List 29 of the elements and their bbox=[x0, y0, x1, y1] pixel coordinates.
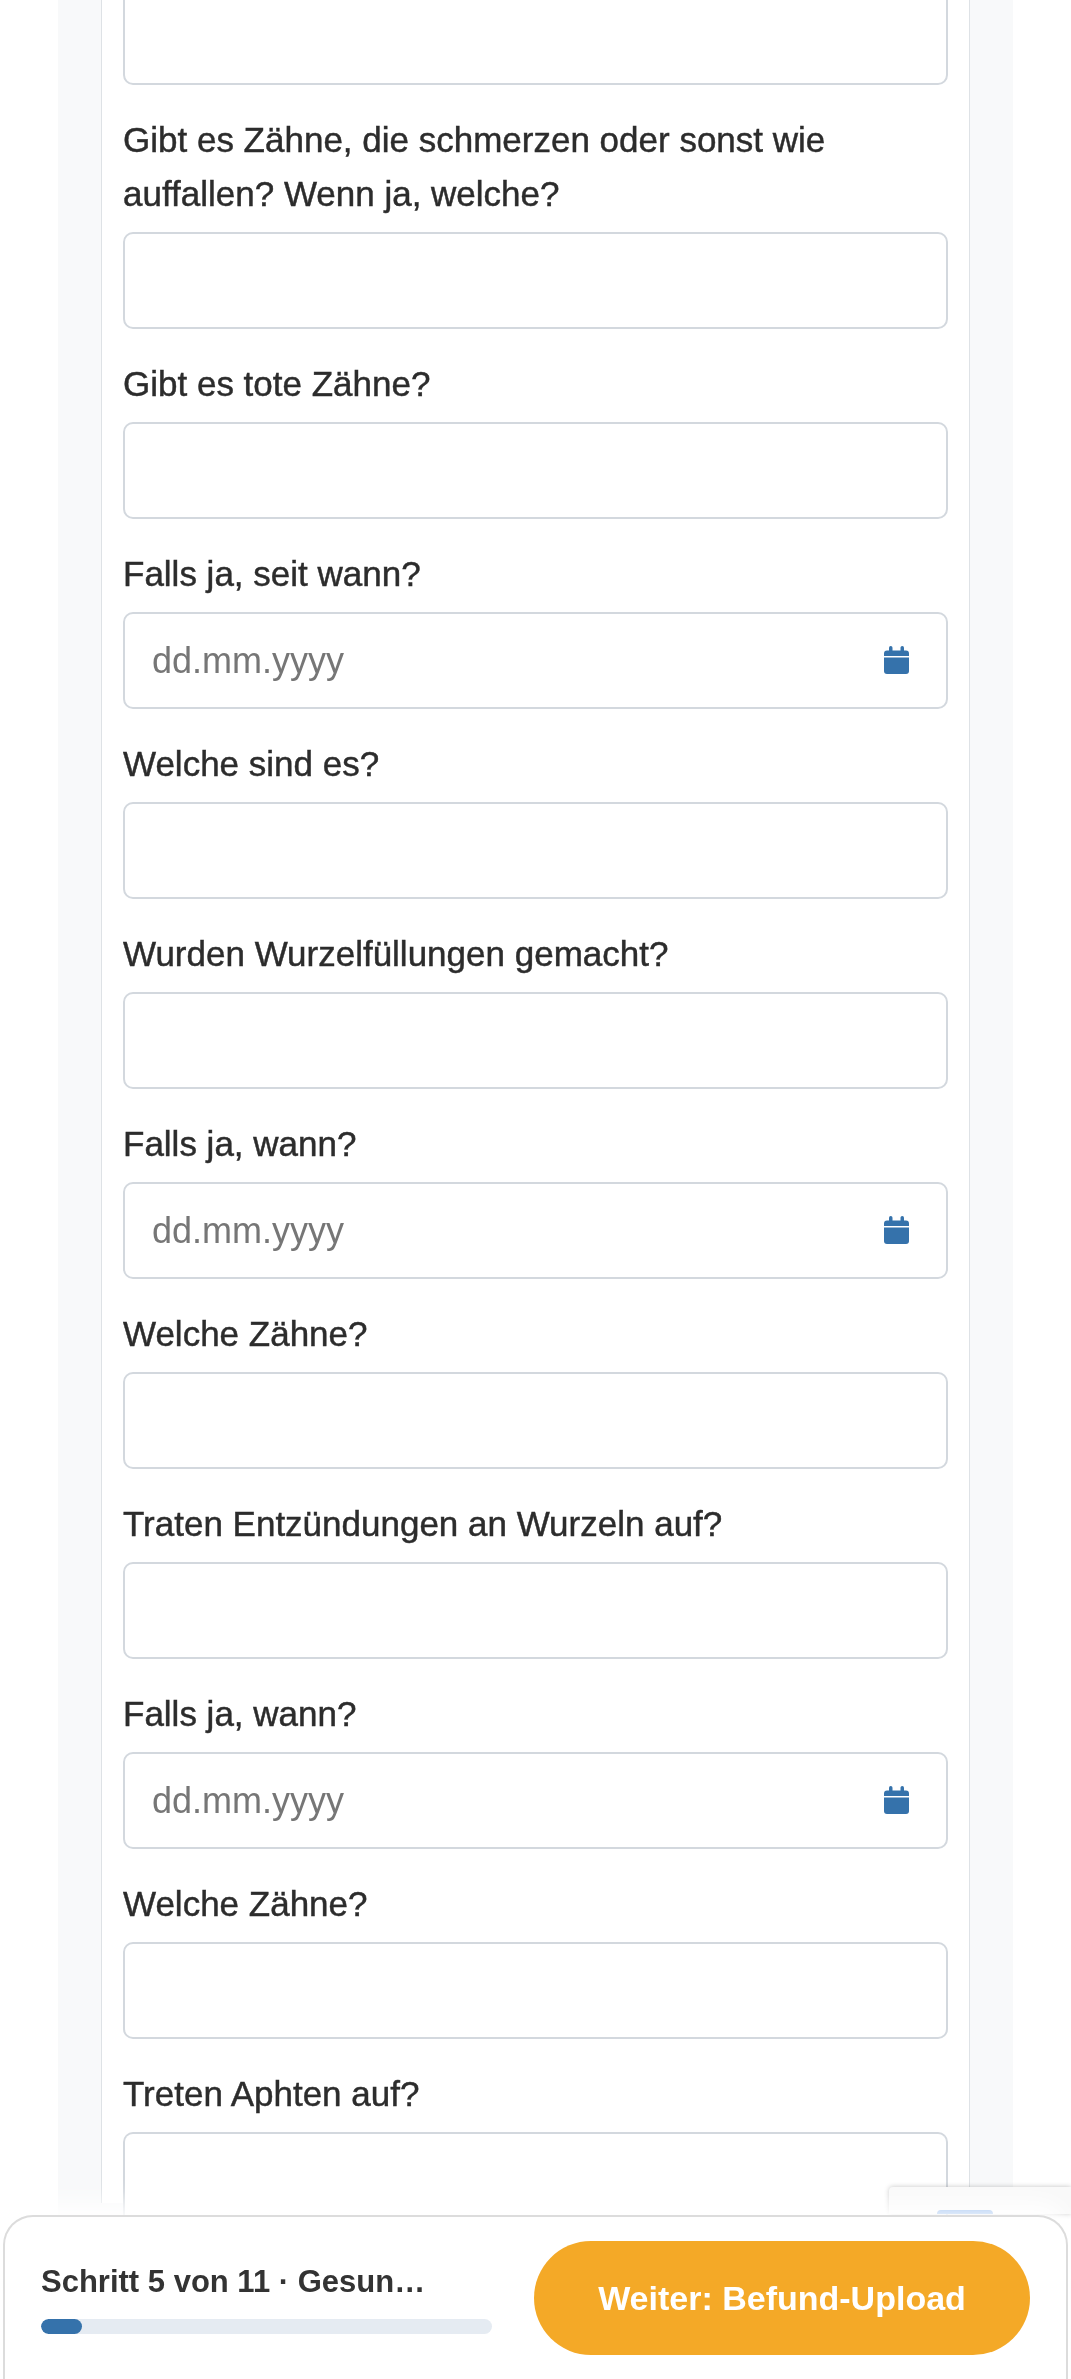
text-field[interactable] bbox=[123, 802, 948, 899]
text-field[interactable] bbox=[123, 1562, 948, 1659]
date-field[interactable]: dd.mm.yyyy bbox=[123, 1752, 948, 1849]
calendar-icon[interactable] bbox=[884, 1786, 909, 1814]
question-label: Welche sind es? bbox=[123, 743, 381, 785]
date-field[interactable]: dd.mm.yyyy bbox=[123, 612, 948, 709]
calendar-icon[interactable] bbox=[884, 646, 909, 674]
text-field[interactable] bbox=[123, 1942, 948, 2039]
date-field[interactable]: dd.mm.yyyy bbox=[123, 1182, 948, 1279]
question-label: Treten Aphten auf? bbox=[123, 2073, 421, 2115]
question-label: Wurden Wurzelfüllungen gemacht? bbox=[123, 933, 670, 975]
text-field[interactable] bbox=[123, 2132, 948, 2215]
step-indicator: Schritt 5 von 11 · Gesun… bbox=[41, 2263, 427, 2301]
question-label: Falls ja, wann? bbox=[123, 1693, 358, 1735]
question-label: Traten Entzündungen an Wurzeln auf? bbox=[123, 1503, 724, 1545]
logo-icon bbox=[937, 2210, 993, 2214]
text-field[interactable] bbox=[123, 422, 948, 519]
question-label: Gibt es tote Zähne? bbox=[123, 363, 432, 405]
text-field[interactable] bbox=[123, 1372, 948, 1469]
question-label: Falls ja, wann? bbox=[123, 1123, 358, 1165]
text-field[interactable] bbox=[123, 232, 948, 329]
question-label: Welche Zähne? bbox=[123, 1313, 369, 1355]
calendar-icon[interactable] bbox=[884, 1216, 909, 1244]
question-label: Gibt es Zähne, die schmerzen oder sonst wie auffallen? Wenn ja, welche? bbox=[123, 119, 827, 215]
text-field[interactable] bbox=[123, 992, 948, 1089]
question-label: Welche Zähne? bbox=[123, 1883, 369, 1925]
next-button[interactable]: Weiter: Befund-Upload bbox=[534, 2241, 1030, 2355]
question-label: Falls ja, seit wann? bbox=[123, 553, 422, 595]
text-field[interactable] bbox=[123, 0, 948, 85]
